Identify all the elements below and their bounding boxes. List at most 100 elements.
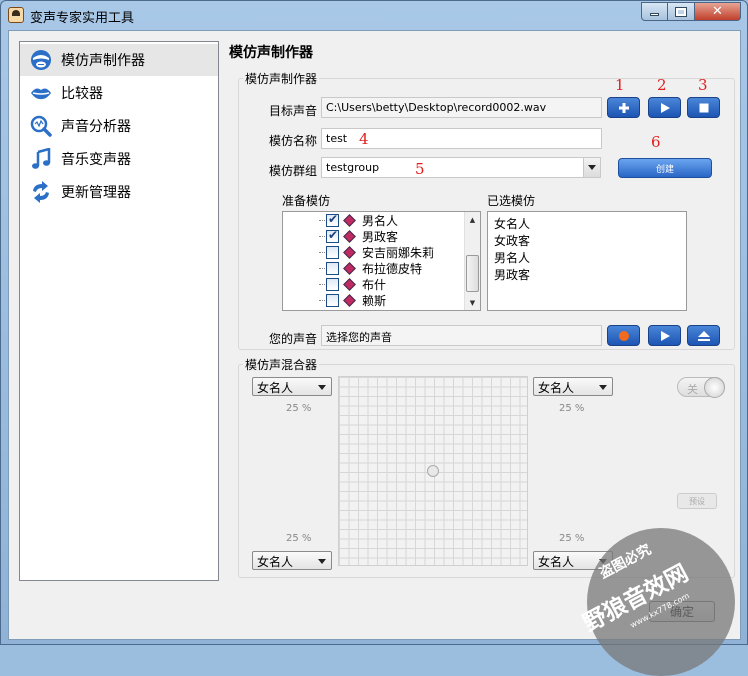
window-title: 变声专家实用工具 — [30, 11, 135, 26]
mimic-name-label: 模仿名称 — [269, 134, 318, 148]
minimize-icon — [650, 13, 659, 16]
maximize-icon — [675, 6, 687, 17]
mixer-handle[interactable] — [427, 465, 439, 477]
mixer-toggle[interactable]: 关 — [677, 377, 725, 398]
diamond-icon — [343, 294, 356, 307]
list-item[interactable]: 男政客 — [494, 266, 530, 283]
close-button[interactable]: ✕ — [695, 2, 741, 21]
sidebar-item-label: 更新管理器 — [61, 185, 131, 201]
close-icon: ✕ — [712, 4, 723, 19]
group-dropdown-button[interactable] — [583, 158, 600, 177]
plus-icon — [618, 102, 629, 113]
lips-icon — [31, 88, 51, 100]
mixer-pct-bottom-left: 25 % — [286, 533, 312, 544]
stop-target-button[interactable] — [687, 97, 720, 118]
chevron-down-icon — [318, 559, 326, 564]
mixer-pct-top-right: 25 % — [559, 403, 585, 414]
add-target-button[interactable] — [607, 97, 640, 118]
client-area: 模仿声制作器 比较器 声音分析器 音乐变声器 更新管理器 模仿声制作器 模仿声制… — [8, 30, 741, 676]
list-item[interactable]: 安吉丽娜朱莉 — [283, 244, 463, 260]
mixer-pct-bottom-right: 25 % — [559, 533, 585, 544]
play-voice-button[interactable] — [648, 325, 681, 346]
selected-list-label: 已选模仿 — [487, 194, 536, 208]
magnifier-icon — [30, 115, 52, 137]
sidebar-item-update-manager[interactable]: 更新管理器 — [20, 176, 218, 208]
annotation-5: 5 — [415, 160, 425, 178]
play-target-button[interactable] — [648, 97, 681, 118]
app-window: 变声专家实用工具 ✕ 模仿声制作器 比较器 声音分析器 音乐变声器 更新管理器 … — [0, 0, 748, 676]
checkbox[interactable] — [326, 261, 339, 275]
preset-button[interactable]: 预设 — [677, 493, 717, 509]
mimic-face-icon — [31, 50, 51, 70]
diamond-icon — [343, 214, 356, 227]
scroll-down-icon[interactable]: ▼ — [465, 295, 480, 310]
music-note-icon — [32, 148, 51, 169]
record-icon — [618, 330, 629, 341]
scroll-up-icon[interactable]: ▲ — [465, 212, 480, 227]
sidebar: 模仿声制作器 比较器 声音分析器 音乐变声器 更新管理器 — [19, 41, 219, 581]
sidebar-item-mimic-maker[interactable]: 模仿声制作器 — [20, 44, 218, 76]
list-item[interactable]: 布什 — [283, 276, 463, 292]
sidebar-item-comparator[interactable]: 比较器 — [20, 77, 218, 109]
list-item[interactable]: 女政客 — [494, 232, 530, 249]
sidebar-item-music-changer[interactable]: 音乐变声器 — [20, 143, 218, 175]
mixer-top-left-select[interactable]: 女名人 — [252, 377, 332, 396]
mixer-top-right-select[interactable]: 女名人 — [533, 377, 613, 396]
create-button[interactable]: 创建 — [618, 158, 712, 178]
diamond-icon — [343, 262, 356, 275]
refresh-arrows-icon — [33, 181, 49, 203]
list-item[interactable]: 男名人 — [494, 249, 530, 266]
eject-voice-button[interactable] — [687, 325, 720, 346]
ready-list-scrollbar[interactable]: ▲ ▼ — [464, 212, 480, 310]
checkbox[interactable] — [326, 245, 339, 259]
diamond-icon — [343, 230, 356, 243]
toggle-knob — [704, 377, 725, 398]
your-voice-field[interactable]: 选择您的声音 — [321, 325, 602, 346]
play-icon — [660, 330, 670, 341]
selected-mimic-list[interactable]: 女名人 女政客 男名人 男政客 — [487, 211, 687, 311]
chevron-down-icon — [588, 165, 596, 170]
annotation-1: 1 — [615, 76, 625, 94]
sidebar-item-label: 声音分析器 — [61, 119, 131, 135]
list-item[interactable]: 男政客 — [283, 228, 463, 244]
annotation-6: 6 — [651, 133, 661, 151]
mimic-group-label: 模仿群组 — [269, 164, 318, 178]
sidebar-item-label: 比较器 — [61, 86, 103, 102]
maker-group-legend: 模仿声制作器 — [243, 70, 320, 87]
mimic-group-combo[interactable]: testgroup — [321, 157, 601, 178]
checkbox[interactable] — [326, 277, 339, 291]
minimize-button[interactable] — [641, 2, 668, 21]
annotation-4: 4 — [359, 130, 369, 148]
list-item[interactable]: 布拉德皮特 — [283, 260, 463, 276]
diamond-icon — [343, 246, 356, 259]
checkbox[interactable] — [326, 228, 339, 243]
mixer-pct-top-left: 25 % — [286, 403, 312, 414]
diamond-icon — [343, 278, 356, 291]
checkbox[interactable] — [326, 212, 339, 227]
page-title: 模仿声制作器 — [229, 45, 313, 61]
mimic-group-value: testgroup — [326, 161, 380, 174]
app-logo-icon — [8, 7, 24, 23]
scroll-thumb[interactable] — [466, 255, 479, 292]
target-voice-field[interactable]: C:\Users\betty\Desktop\record0002.wav — [321, 97, 602, 118]
sidebar-item-analyzer[interactable]: 声音分析器 — [20, 110, 218, 142]
list-item[interactable]: 男名人 — [283, 212, 463, 228]
maximize-button[interactable] — [668, 2, 695, 21]
annotation-2: 2 — [657, 76, 667, 94]
annotation-3: 3 — [698, 76, 708, 94]
ready-mimic-list[interactable]: 男名人 男政客 安吉丽娜朱莉 布拉德皮特 布什 — [282, 211, 481, 311]
your-voice-label: 您的声音 — [269, 332, 318, 346]
mixer-group-legend: 模仿声混合器 — [243, 356, 320, 373]
list-item[interactable]: 赖斯 — [283, 292, 463, 308]
play-icon — [660, 102, 670, 113]
checkbox[interactable] — [326, 293, 339, 307]
ready-list-label: 准备模仿 — [282, 194, 331, 208]
mixer-bottom-left-select[interactable]: 女名人 — [252, 551, 332, 570]
list-item[interactable]: 女名人 — [494, 215, 530, 232]
sidebar-item-label: 音乐变声器 — [61, 152, 131, 168]
title-bar[interactable]: 变声专家实用工具 ✕ — [1, 1, 747, 29]
chevron-down-icon — [599, 385, 607, 390]
sidebar-item-label: 模仿声制作器 — [61, 53, 145, 69]
record-voice-button[interactable] — [607, 325, 640, 346]
stop-icon — [699, 103, 708, 112]
